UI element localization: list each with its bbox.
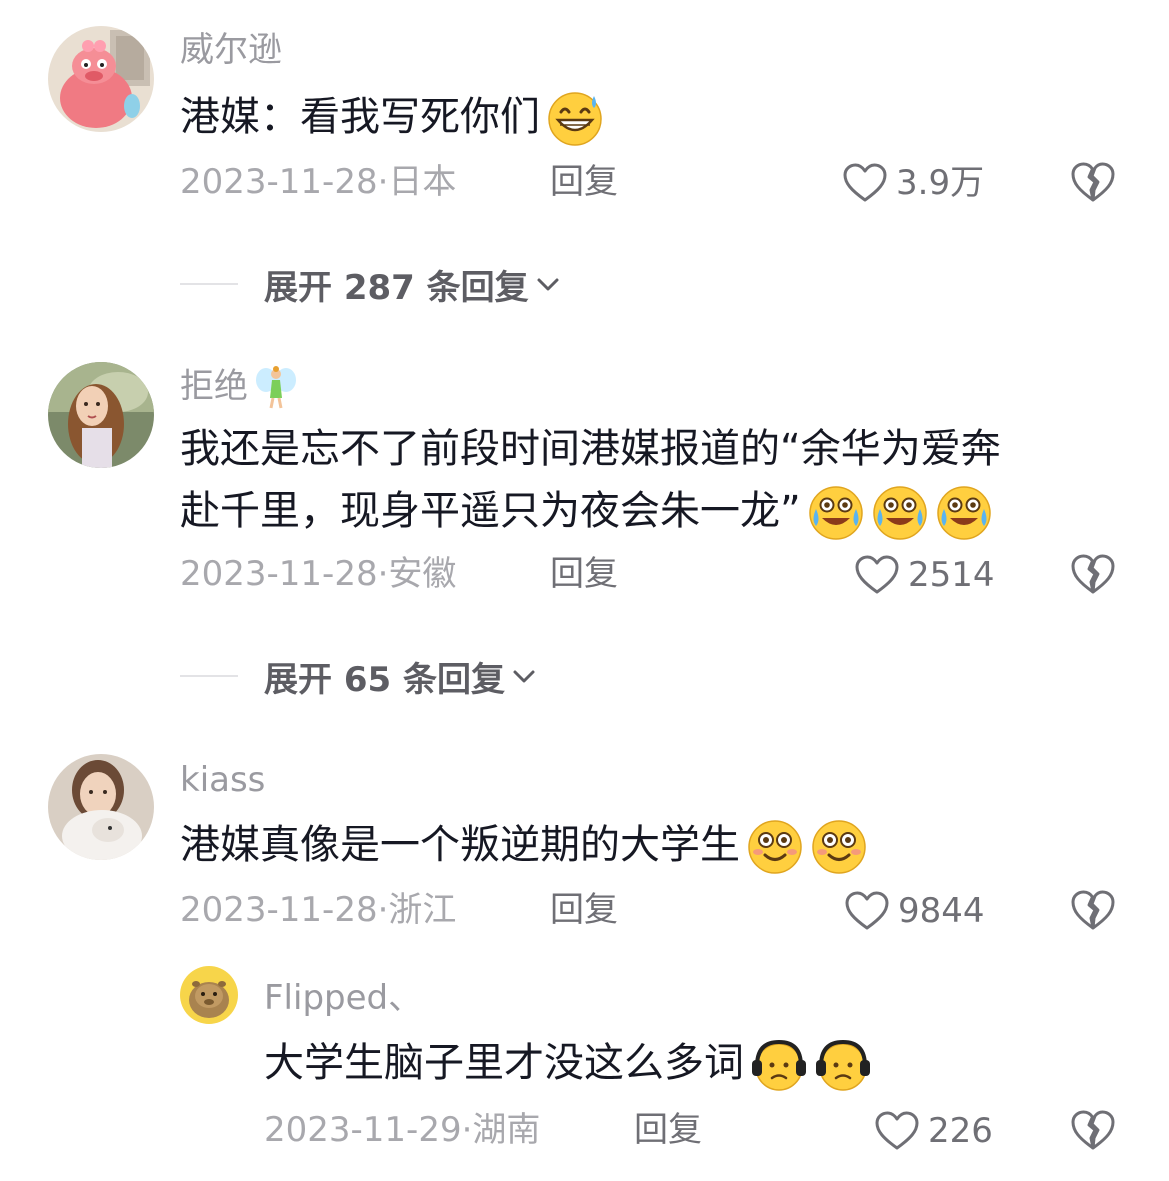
reply-date: 2023-11-29 (264, 1110, 462, 1150)
heart-icon (874, 1110, 920, 1152)
username[interactable]: Flipped、 (264, 978, 422, 1018)
like-count: 226 (928, 1111, 993, 1151)
username[interactable]: 拒绝 (180, 364, 298, 412)
grin-sweat-emoji (546, 90, 604, 148)
meta-separator: · (377, 162, 389, 202)
like-count: 2514 (908, 555, 995, 595)
chevron-down-icon (533, 269, 563, 299)
username[interactable]: 威尔逊 (180, 30, 282, 70)
headphone-emoji (750, 1036, 808, 1094)
laugh-cry-emoji (807, 484, 865, 542)
avatar[interactable] (48, 362, 154, 468)
smile-emoji (810, 818, 868, 876)
reply-text-content: 大学生脑子里才没这么多词 (264, 1040, 744, 1086)
comment-text-content: 港媒真像是一个叛逆期的大学生 (180, 822, 740, 868)
like-count: 9844 (898, 891, 985, 931)
username[interactable]: kiass (180, 760, 265, 800)
comment-date: 2023-11-28 (180, 890, 378, 930)
comment-text-content: 港媒：看我写死你们 (180, 94, 540, 140)
comment-text-line2: 赴千里，现身平遥只为夜会朱一龙” (180, 488, 801, 534)
laugh-cry-emoji (935, 484, 993, 542)
broken-heart-icon[interactable] (1070, 1108, 1116, 1152)
heart-icon (844, 890, 890, 932)
comment-location: 安徽 (388, 554, 457, 594)
divider (180, 283, 238, 285)
expand-replies-button[interactable]: 展开 65 条回复 (180, 656, 539, 700)
divider (180, 675, 238, 677)
comment-text-line: 赴千里，现身平遥只为夜会朱一龙” (180, 480, 1001, 542)
comment-date: 2023-11-28 (180, 162, 378, 202)
headphone-emoji (814, 1036, 872, 1094)
reply-button[interactable]: 回复 (550, 890, 618, 930)
expand-replies-label: 展开 287 条回复 (264, 267, 529, 308)
comment-meta: 2023-11-28·日本 (180, 162, 456, 202)
avatar[interactable] (48, 26, 154, 132)
avatar[interactable] (48, 754, 154, 860)
broken-heart-icon[interactable] (1070, 552, 1116, 596)
comment-text: 港媒：看我写死你们 (180, 86, 604, 148)
reply-meta: 2023-11-29·湖南 (264, 1110, 540, 1150)
like-button[interactable]: 9844 (844, 890, 985, 932)
like-count: 3.9万 (896, 163, 985, 203)
comment-location: 日本 (388, 162, 457, 202)
laugh-cry-emoji (871, 484, 929, 542)
comment-text-line: 我还是忘不了前段时间港媒报道的“余华为爱奔 (180, 426, 1001, 472)
comment-meta: 2023-11-28·浙江 (180, 890, 456, 930)
meta-separator: · (377, 890, 389, 930)
fairy-emoji (254, 364, 298, 412)
comment-location: 浙江 (388, 890, 457, 930)
broken-heart-icon[interactable] (1070, 160, 1116, 204)
reply-text: 大学生脑子里才没这么多词 (264, 1032, 872, 1094)
smile-emoji (746, 818, 804, 876)
expand-replies-label: 展开 65 条回复 (264, 659, 505, 700)
comment-date: 2023-11-28 (180, 554, 378, 594)
username-text: 拒绝 (180, 366, 248, 407)
heart-icon (842, 162, 888, 204)
reply-button[interactable]: 回复 (634, 1110, 702, 1150)
meta-separator: · (461, 1110, 473, 1150)
expand-replies-button[interactable]: 展开 287 条回复 (180, 264, 563, 308)
avatar[interactable] (180, 966, 238, 1024)
reply-button[interactable]: 回复 (550, 554, 618, 594)
meta-separator: · (377, 554, 389, 594)
chevron-down-icon (509, 661, 539, 691)
reply-location: 湖南 (472, 1110, 541, 1150)
like-button[interactable]: 3.9万 (842, 162, 984, 204)
comment-meta: 2023-11-28·安徽 (180, 554, 456, 594)
comment-item: 威尔逊 港媒：看我写死你们 2023-11-28·日本 回复 3.9万 展开 2… (0, 0, 1169, 330)
broken-heart-icon[interactable] (1070, 888, 1116, 932)
reply-button[interactable]: 回复 (550, 162, 618, 202)
like-button[interactable]: 2514 (854, 554, 995, 596)
heart-icon (854, 554, 900, 596)
comment-text: 我还是忘不了前段时间港媒报道的“余华为爱奔 赴千里，现身平遥只为夜会朱一龙” (180, 418, 1001, 542)
like-button[interactable]: 226 (874, 1110, 993, 1152)
comment-text: 港媒真像是一个叛逆期的大学生 (180, 814, 868, 876)
